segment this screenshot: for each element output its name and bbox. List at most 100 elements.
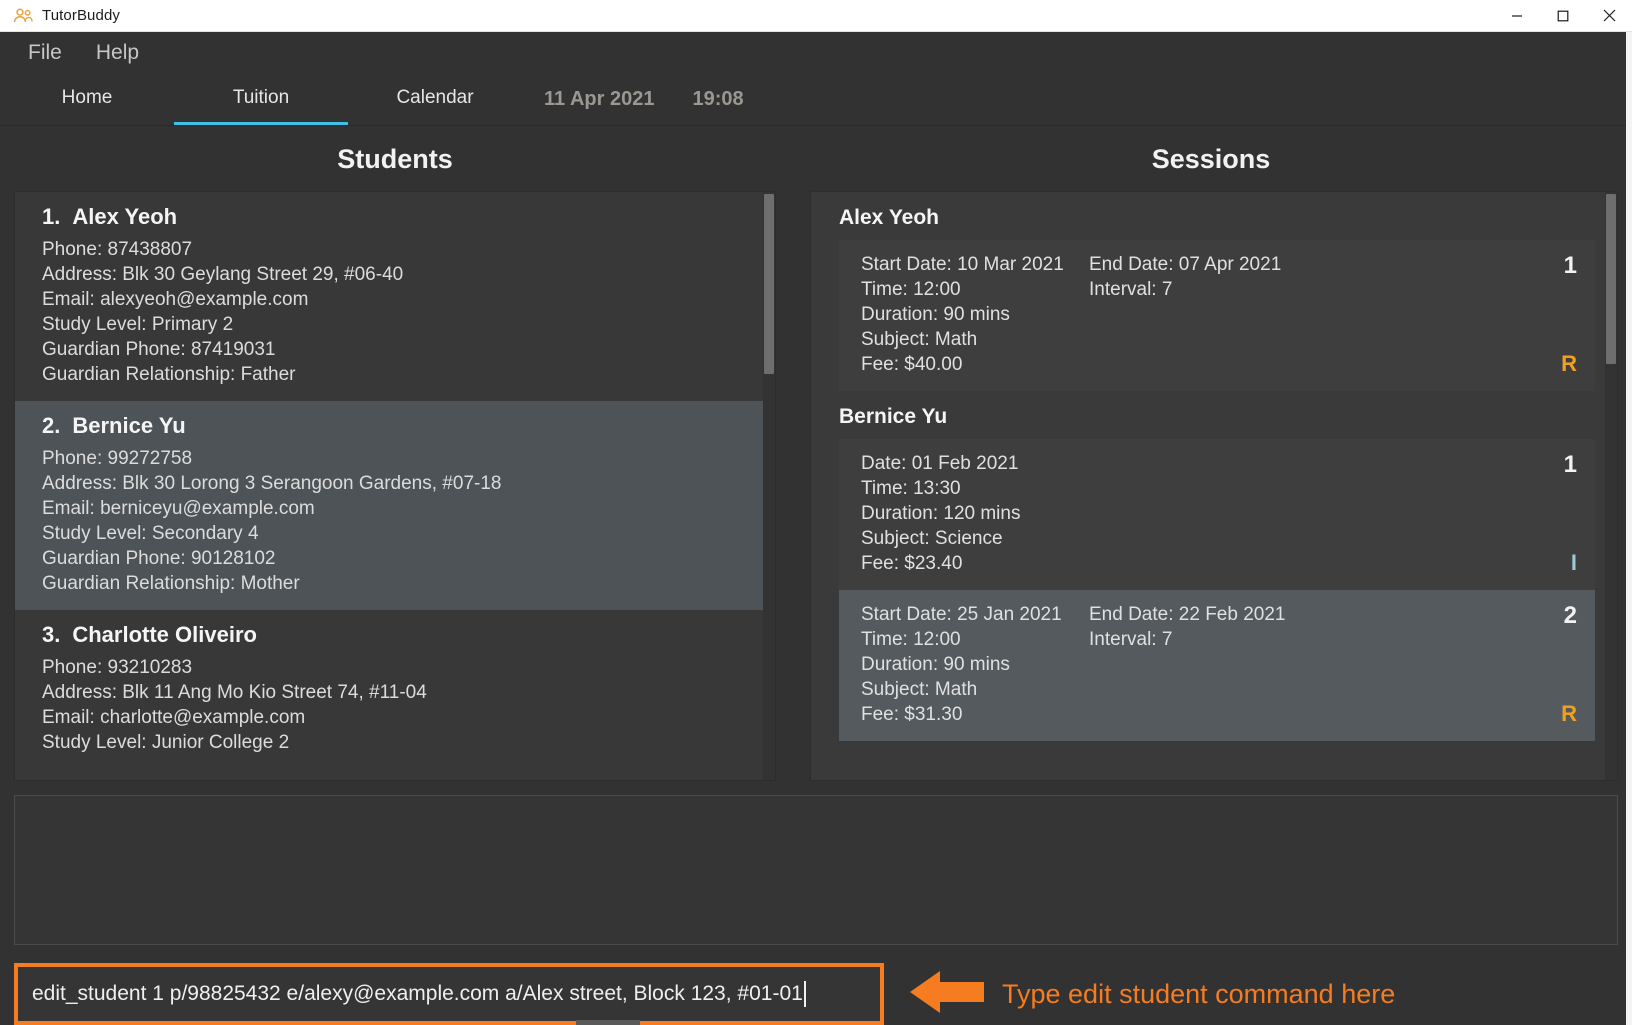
session-badges: 1 R xyxy=(1537,252,1577,377)
session-fields-right: End Date: 07 Apr 2021 Interval: 7 xyxy=(1089,252,1317,377)
menu-item-help[interactable]: Help xyxy=(84,39,151,67)
students-panel: Students 1. Alex Yeoh Phone: 87438807 Ad… xyxy=(0,126,790,781)
student-email: Email: alexyeoh@example.com xyxy=(42,289,309,310)
command-input[interactable]: edit_student 1 p/98825432 e/alexy@exampl… xyxy=(32,982,803,1006)
title-bar-left: TutorBuddy xyxy=(0,7,120,24)
app-window: TutorBuddy File Help Home Tuition Calend… xyxy=(0,0,1632,1025)
minimize-icon[interactable] xyxy=(1494,0,1540,32)
result-display-box xyxy=(14,795,1618,945)
people-icon xyxy=(13,8,33,24)
session-duration: Duration: 90 mins xyxy=(861,304,1010,325)
session-group-student-name: Alex Yeoh xyxy=(839,206,939,229)
student-phone: Phone: 93210283 xyxy=(42,657,193,678)
student-guardian-phone: Guardian Phone: 90128102 xyxy=(42,548,276,569)
session-type-badge: R xyxy=(1561,351,1577,376)
student-heading: 1. Alex Yeoh xyxy=(42,204,759,230)
student-phone: Phone: 99272758 xyxy=(42,448,193,469)
session-fields: Date: 01 Feb 2021 Time: 13:30 Duration: … xyxy=(861,451,1537,576)
session-time: Time: 12:00 xyxy=(861,629,961,650)
session-date: Date: 01 Feb 2021 xyxy=(861,453,1019,474)
students-scrollbar-thumb[interactable] xyxy=(764,194,774,374)
session-end-date: End Date: 22 Feb 2021 xyxy=(1089,604,1286,625)
session-fields-right xyxy=(1089,451,1317,576)
session-group-student-name: Bernice Yu xyxy=(839,405,948,428)
status-datetime: 11 Apr 2021 19:08 xyxy=(544,74,744,125)
session-duration: Duration: 90 mins xyxy=(861,654,1010,675)
session-subject: Subject: Science xyxy=(861,528,1003,549)
sessions-panel: Sessions Alex Yeoh Start Date: 10 Mar 20… xyxy=(790,126,1632,781)
session-fields-left: Start Date: 10 Mar 2021 Time: 12:00 Dura… xyxy=(861,252,1089,377)
window-right-edge xyxy=(1626,32,1632,1025)
text-caret xyxy=(803,981,806,1007)
session-number-badge: 2 xyxy=(1563,602,1577,629)
session-badges: 2 R xyxy=(1537,602,1577,727)
session-start-date: Start Date: 25 Jan 2021 xyxy=(861,604,1062,625)
student-list-item[interactable]: 2. Bernice Yu Phone: 99272758 Address: B… xyxy=(15,401,775,610)
student-email: Email: charlotte@example.com xyxy=(42,707,306,728)
sessions-scrollbar-track[interactable] xyxy=(1605,192,1617,780)
command-input-box[interactable]: edit_student 1 p/98825432 e/alexy@exampl… xyxy=(14,963,884,1025)
session-type-badge: R xyxy=(1561,701,1577,726)
student-list-item[interactable]: 3. Charlotte Oliveiro Phone: 93210283 Ad… xyxy=(15,610,775,769)
session-type-badge: I xyxy=(1570,550,1577,575)
sessions-scrollbar-thumb[interactable] xyxy=(1606,194,1616,364)
student-index: 3. xyxy=(42,622,61,647)
tab-bar: Home Tuition Calendar 11 Apr 2021 19:08 xyxy=(0,74,1632,126)
student-index: 2. xyxy=(42,413,61,438)
session-interval: Interval: 7 xyxy=(1089,629,1173,650)
sessions-panel-title: Sessions xyxy=(1151,144,1271,174)
student-name: Charlotte Oliveiro xyxy=(72,622,257,647)
close-icon[interactable] xyxy=(1586,0,1632,32)
session-list-item[interactable]: Date: 01 Feb 2021 Time: 13:30 Duration: … xyxy=(839,439,1595,590)
sessions-list[interactable]: Alex Yeoh Start Date: 10 Mar 2021 Time: … xyxy=(810,191,1618,781)
session-time: Time: 13:30 xyxy=(861,478,961,499)
session-end-date: End Date: 07 Apr 2021 xyxy=(1089,254,1282,275)
session-badges: 1 I xyxy=(1537,451,1577,576)
student-address: Address: Blk 30 Geylang Street 29, #06-4… xyxy=(42,264,404,285)
session-fee: Fee: $23.40 xyxy=(861,553,963,574)
session-time: Time: 12:00 xyxy=(861,279,961,300)
student-study-level: Study Level: Primary 2 xyxy=(42,314,234,335)
students-panel-title: Students xyxy=(337,144,453,174)
title-bar: TutorBuddy xyxy=(0,0,1632,32)
session-list-item[interactable]: Start Date: 25 Jan 2021 Time: 12:00 Dura… xyxy=(839,590,1595,741)
student-address: Address: Blk 11 Ang Mo Kio Street 74, #1… xyxy=(42,682,427,703)
student-heading: 2. Bernice Yu xyxy=(42,413,759,439)
main-content: Students 1. Alex Yeoh Phone: 87438807 Ad… xyxy=(0,126,1632,781)
student-heading: 3. Charlotte Oliveiro xyxy=(42,622,759,648)
annotation: Type edit student command here xyxy=(910,969,1395,1020)
window-resize-nub xyxy=(576,1020,640,1025)
annotation-text: Type edit student command here xyxy=(1002,978,1396,1009)
session-subject: Subject: Math xyxy=(861,329,978,350)
student-list-item[interactable]: 1. Alex Yeoh Phone: 87438807 Address: Bl… xyxy=(15,192,775,401)
session-list-item[interactable]: Start Date: 10 Mar 2021 Time: 12:00 Dura… xyxy=(839,240,1595,391)
maximize-icon[interactable] xyxy=(1540,0,1586,32)
tab-calendar[interactable]: Calendar xyxy=(348,74,522,125)
tab-home[interactable]: Home xyxy=(0,74,174,125)
session-fee: Fee: $40.00 xyxy=(861,354,963,375)
student-study-level: Study Level: Junior College 2 xyxy=(42,732,290,753)
session-fields: Start Date: 25 Jan 2021 Time: 12:00 Dura… xyxy=(861,602,1537,727)
session-fields-right: End Date: 22 Feb 2021 Interval: 7 xyxy=(1089,602,1317,727)
arrow-left-icon xyxy=(910,969,984,1020)
student-name: Alex Yeoh xyxy=(72,204,178,229)
command-row: edit_student 1 p/98825432 e/alexy@exampl… xyxy=(14,963,1632,1025)
students-list[interactable]: 1. Alex Yeoh Phone: 87438807 Address: Bl… xyxy=(14,191,776,781)
student-guardian-relationship: Guardian Relationship: Mother xyxy=(42,573,300,594)
student-study-level: Study Level: Secondary 4 xyxy=(42,523,259,544)
student-phone: Phone: 87438807 xyxy=(42,239,193,260)
session-fields: Start Date: 10 Mar 2021 Time: 12:00 Dura… xyxy=(861,252,1537,377)
tab-tuition[interactable]: Tuition xyxy=(174,74,348,125)
student-index: 1. xyxy=(42,204,61,229)
session-start-date: Start Date: 10 Mar 2021 xyxy=(861,254,1064,275)
session-fields-left: Start Date: 25 Jan 2021 Time: 12:00 Dura… xyxy=(861,602,1089,727)
menu-item-file[interactable]: File xyxy=(16,39,74,67)
students-scrollbar-track[interactable] xyxy=(763,192,775,780)
session-number-badge: 1 xyxy=(1563,451,1577,478)
session-interval: Interval: 7 xyxy=(1089,279,1173,300)
session-subject: Subject: Math xyxy=(861,679,978,700)
student-guardian-relationship: Guardian Relationship: Father xyxy=(42,364,296,385)
session-duration: Duration: 120 mins xyxy=(861,503,1021,524)
status-time: 19:08 xyxy=(692,88,744,110)
session-number-badge: 1 xyxy=(1563,252,1577,279)
